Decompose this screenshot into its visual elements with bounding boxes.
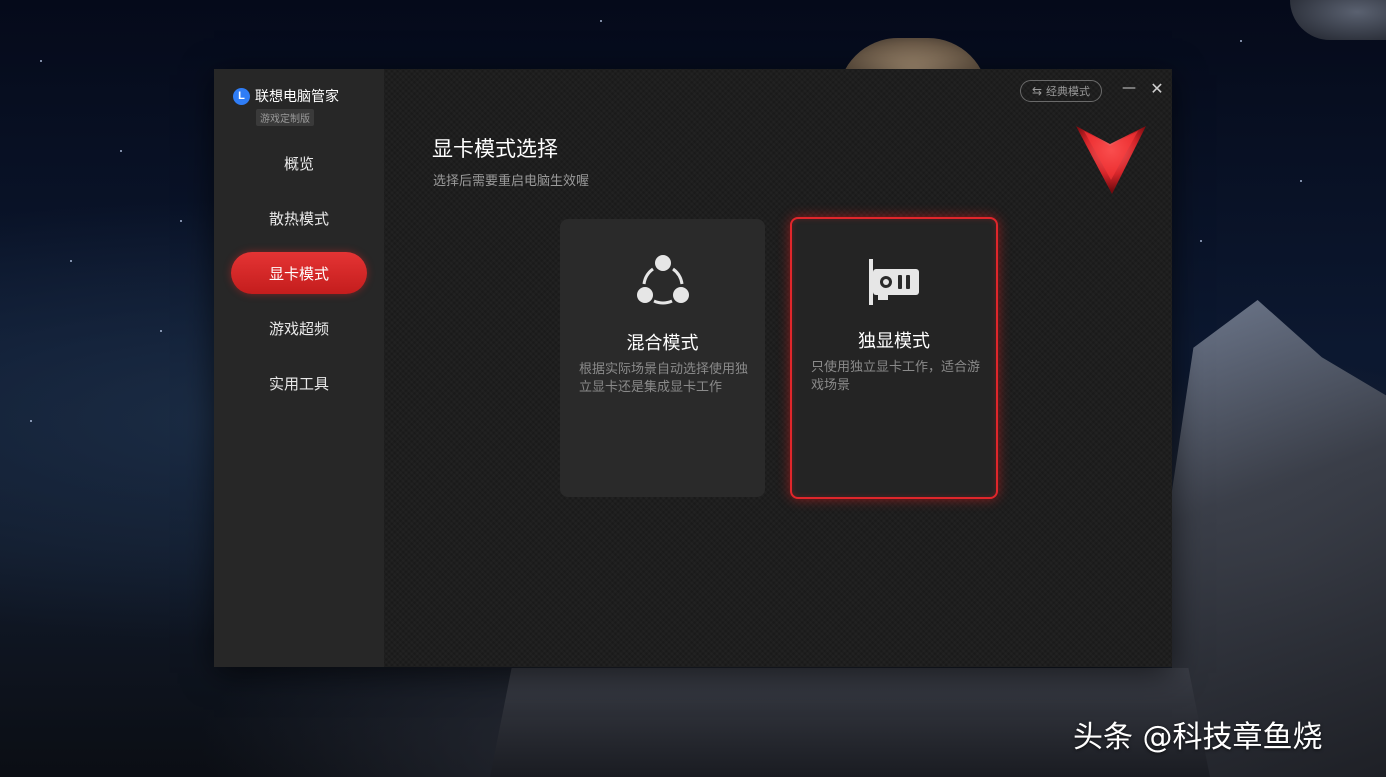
app-window: L 联想电脑管家 游戏定制版 概览 散热模式 显卡模式 游戏超频 实用工具 ⇆ … (214, 69, 1172, 667)
main-panel: ⇆ 经典模式 — ✕ 显卡模式选择 选择后需要重启电脑生效喔 混合模式 根据实际… (384, 69, 1172, 667)
classic-mode-button[interactable]: ⇆ 经典模式 (1020, 80, 1102, 102)
sidebar-nav: 概览 散热模式 显卡模式 游戏超频 实用工具 (214, 142, 384, 417)
swap-icon: ⇆ (1031, 84, 1043, 98)
close-button[interactable]: ✕ (1149, 79, 1165, 98)
discrete-mode-title: 独显模式 (858, 331, 930, 352)
asteroid-image (1290, 0, 1386, 40)
sidebar-item-utilities[interactable]: 实用工具 (231, 362, 367, 404)
brand: L 联想电脑管家 (233, 86, 339, 106)
discrete-mode-description: 只使用独立显卡工作，适合游戏场景 (811, 360, 981, 393)
sidebar-item-overview[interactable]: 概览 (231, 142, 367, 184)
sidebar-item-cooling-mode[interactable]: 散热模式 (231, 197, 367, 239)
minimize-button[interactable]: — (1122, 80, 1136, 98)
sidebar: L 联想电脑管家 游戏定制版 概览 散热模式 显卡模式 游戏超频 实用工具 (214, 69, 384, 667)
hybrid-mode-description: 根据实际场景自动选择使用独立显卡还是集成显卡工作 (579, 362, 749, 395)
graphics-card-icon (869, 259, 919, 305)
sidebar-item-gpu-mode[interactable]: 显卡模式 (231, 252, 367, 294)
page-title: 显卡模式选择 (432, 137, 558, 161)
discrete-mode-card[interactable]: 独显模式 只使用独立显卡工作，适合游戏场景 (790, 217, 998, 499)
hybrid-mode-title: 混合模式 (626, 333, 699, 354)
page-subtitle: 选择后需要重启电脑生效喔 (433, 174, 590, 189)
classic-mode-label: 经典模式 (1046, 85, 1091, 98)
watermark: 头条 @科技章鱼烧 (1073, 720, 1323, 755)
edition-badge: 游戏定制版 (256, 109, 314, 126)
legion-logo-icon (1076, 126, 1146, 194)
lenovo-logo-icon: L (233, 87, 250, 105)
app-name: 联想电脑管家 (255, 89, 339, 105)
sidebar-item-game-overclock[interactable]: 游戏超频 (231, 307, 367, 349)
hybrid-mode-icon (636, 255, 689, 305)
hybrid-mode-card[interactable]: 混合模式 根据实际场景自动选择使用独立显卡还是集成显卡工作 (560, 219, 765, 497)
robot-image (1172, 300, 1386, 777)
